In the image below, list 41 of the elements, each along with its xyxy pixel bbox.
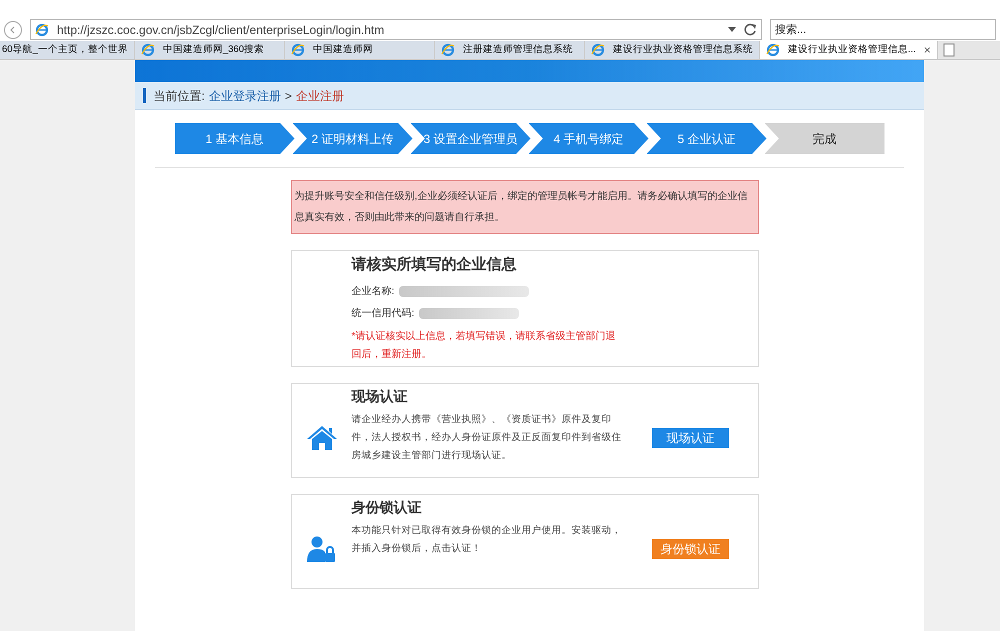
browser-icon [290,43,305,57]
card-title: 请核实所填写的企业信息 [352,255,518,275]
warning-alert: 为提升账号安全和信任级别,企业必须经认证后，绑定的管理员帐号才能启用。请务必确认填写的企业信息真实有效，否则由此带来的问题请自行承担。 [290,180,758,234]
breadcrumb-link[interactable]: 企业登录注册 [208,86,281,104]
card-description: 本功能只针对已取得有效身份锁的企业用户使用。安装驱动，并插入身份锁后，点击认证！ [352,524,622,556]
browser-icon [440,43,455,57]
breadcrumb-link[interactable]: 企业注册 [296,86,344,104]
browser-tab[interactable]: 注册建造师管理信息系统 [434,41,585,59]
browser-tab[interactable]: 中国建造师网_360搜索 [134,41,285,59]
step-item: 3 设置企业管理员 [410,123,530,154]
warning-note: *请认证核实以上信息，若填写错误，请联系省级主管部门退回后，重新注册。 [352,330,616,362]
house-icon [306,424,338,450]
close-tab-button[interactable]: × [924,41,931,59]
refresh-icon[interactable] [744,23,757,36]
step-item: 5 企业认证 [646,123,766,154]
field-label: 统一信用代码: [352,306,414,320]
card-description: 请企业经办人携带《营业执照》、《资质证书》原件及复印件，法人授权书，经办人身份证原件及正反面复印件到省级住房城乡建设主管部门进行现场认证。 [352,413,622,463]
field-label: 企业名称: [352,284,394,298]
step-item: 4 手机号绑定 [528,123,648,154]
breadcrumb-separator: > [284,88,292,104]
url-text: http://jzszc.coc.gov.cn/jsbZcgl/client/enterpriseLogin/login.htm [57,22,386,38]
step-item: 1 基本信息 [174,123,294,154]
browser-tab[interactable]: 60导航_一个主页，整个世界 [0,41,135,59]
search-field[interactable]: 搜索... [770,19,996,40]
step-item: 完成 [764,123,884,154]
auth-button[interactable]: 现场认证 [652,428,729,448]
browser-icon [35,22,49,36]
browser-tab[interactable]: 中国建造师网 [284,41,435,59]
card-title: 现场认证 [352,387,408,406]
browser-icon [766,43,780,57]
browser-icon [590,43,605,57]
browser-tab[interactable]: 建设行业执业资格管理信息系统 [584,41,760,59]
step-item: 2 证明材料上传 [292,123,412,154]
address-bar[interactable]: http://jzszc.coc.gov.cn/jsbZcgl/client/enterpriseLogin/login.htm [30,19,762,40]
breadcrumb-label: 当前位置: [154,88,205,104]
new-tab-icon[interactable] [942,43,956,57]
dropdown-icon[interactable] [728,26,736,32]
browser-tab[interactable]: 建设行业执业资格管理信息... × [760,41,938,59]
card-title: 身份锁认证 [352,498,422,517]
user-lock-icon [306,536,336,562]
browser-icon [140,43,155,57]
